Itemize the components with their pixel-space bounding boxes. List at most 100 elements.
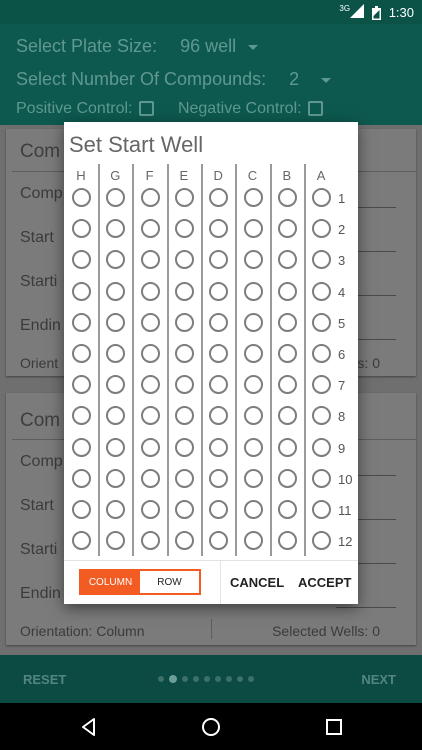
well-radio[interactable] <box>312 406 332 426</box>
well-radio[interactable] <box>140 219 160 239</box>
well-radio[interactable] <box>72 344 91 363</box>
well-radio[interactable] <box>277 500 297 519</box>
well-radio[interactable] <box>243 281 263 301</box>
well-radio[interactable] <box>243 500 263 519</box>
well-radio[interactable] <box>140 531 160 551</box>
well-radio[interactable] <box>140 344 160 363</box>
row-toggle-button[interactable]: ROW <box>140 571 199 593</box>
well-radio[interactable] <box>209 406 229 426</box>
well-radio[interactable] <box>312 500 332 519</box>
well-radio[interactable] <box>243 468 263 488</box>
well-radio[interactable] <box>106 281 126 301</box>
compounds-select[interactable]: 2 <box>271 69 332 89</box>
well-radio[interactable] <box>209 188 229 207</box>
well-radio[interactable] <box>312 250 332 270</box>
well-radio[interactable] <box>277 531 297 551</box>
well-radio[interactable] <box>140 312 160 332</box>
well-radio[interactable] <box>174 468 194 488</box>
well-radio[interactable] <box>209 531 229 551</box>
well-radio[interactable] <box>209 344 229 363</box>
well-radio[interactable] <box>312 344 332 363</box>
well-radio[interactable] <box>312 468 332 488</box>
home-icon[interactable] <box>199 715 223 739</box>
well-radio[interactable] <box>106 188 126 207</box>
well-radio[interactable] <box>174 375 194 395</box>
well-radio[interactable] <box>312 312 332 332</box>
well-radio[interactable] <box>72 281 91 301</box>
well-radio[interactable] <box>140 250 160 270</box>
ending-field[interactable] <box>336 607 396 608</box>
well-radio[interactable] <box>243 250 263 270</box>
well-radio[interactable] <box>72 188 91 207</box>
well-radio[interactable] <box>174 312 194 332</box>
well-radio[interactable] <box>243 344 263 363</box>
well-radio[interactable] <box>312 281 332 301</box>
well-radio[interactable] <box>106 406 126 426</box>
well-radio[interactable] <box>140 406 160 426</box>
back-icon[interactable] <box>77 715 101 739</box>
well-radio[interactable] <box>174 437 194 457</box>
well-radio[interactable] <box>209 219 229 239</box>
well-radio[interactable] <box>209 437 229 457</box>
well-radio[interactable] <box>140 500 160 519</box>
well-radio[interactable] <box>277 375 297 395</box>
well-radio[interactable] <box>209 375 229 395</box>
well-radio[interactable] <box>106 468 126 488</box>
well-radio[interactable] <box>209 250 229 270</box>
well-radio[interactable] <box>174 500 194 519</box>
well-radio[interactable] <box>277 219 297 239</box>
plate-size-select[interactable]: 96 well <box>162 36 259 56</box>
well-radio[interactable] <box>277 188 297 207</box>
well-radio[interactable] <box>277 468 297 488</box>
cancel-button[interactable]: CANCEL <box>230 575 284 590</box>
well-radio[interactable] <box>72 312 91 332</box>
well-radio[interactable] <box>312 531 332 551</box>
well-radio[interactable] <box>106 344 126 363</box>
reset-button[interactable]: RESET <box>23 672 66 687</box>
well-radio[interactable] <box>277 281 297 301</box>
well-radio[interactable] <box>243 188 263 207</box>
well-radio[interactable] <box>72 468 91 488</box>
well-radio[interactable] <box>72 437 91 457</box>
well-radio[interactable] <box>174 219 194 239</box>
well-radio[interactable] <box>243 219 263 239</box>
well-radio[interactable] <box>72 406 91 426</box>
well-radio[interactable] <box>243 437 263 457</box>
well-radio[interactable] <box>174 531 194 551</box>
well-radio[interactable] <box>72 500 91 519</box>
well-radio[interactable] <box>106 312 126 332</box>
well-radio[interactable] <box>243 312 263 332</box>
well-radio[interactable] <box>277 406 297 426</box>
well-radio[interactable] <box>174 188 194 207</box>
well-radio[interactable] <box>140 375 160 395</box>
well-radio[interactable] <box>106 219 126 239</box>
well-radio[interactable] <box>243 531 263 551</box>
well-radio[interactable] <box>106 375 126 395</box>
well-radio[interactable] <box>312 219 332 239</box>
well-radio[interactable] <box>209 500 229 519</box>
well-radio[interactable] <box>174 250 194 270</box>
well-radio[interactable] <box>72 375 91 395</box>
well-radio[interactable] <box>72 531 91 551</box>
positive-control-checkbox[interactable] <box>138 101 154 117</box>
well-radio[interactable] <box>209 281 229 301</box>
well-radio[interactable] <box>106 500 126 519</box>
column-toggle-button[interactable]: COLUMN <box>81 571 140 593</box>
accept-button[interactable]: ACCEPT <box>298 575 351 590</box>
well-radio[interactable] <box>277 344 297 363</box>
well-radio[interactable] <box>312 437 332 457</box>
well-radio[interactable] <box>140 188 160 207</box>
recents-icon[interactable] <box>322 715 346 739</box>
well-radio[interactable] <box>312 188 332 207</box>
next-button[interactable]: NEXT <box>361 672 396 687</box>
well-radio[interactable] <box>243 406 263 426</box>
well-radio[interactable] <box>106 250 126 270</box>
well-radio[interactable] <box>174 344 194 363</box>
well-radio[interactable] <box>277 250 297 270</box>
well-radio[interactable] <box>209 468 229 488</box>
well-radio[interactable] <box>277 312 297 332</box>
well-radio[interactable] <box>209 312 229 332</box>
negative-control-checkbox[interactable] <box>307 101 323 117</box>
well-radio[interactable] <box>174 406 194 426</box>
well-radio[interactable] <box>174 281 194 301</box>
